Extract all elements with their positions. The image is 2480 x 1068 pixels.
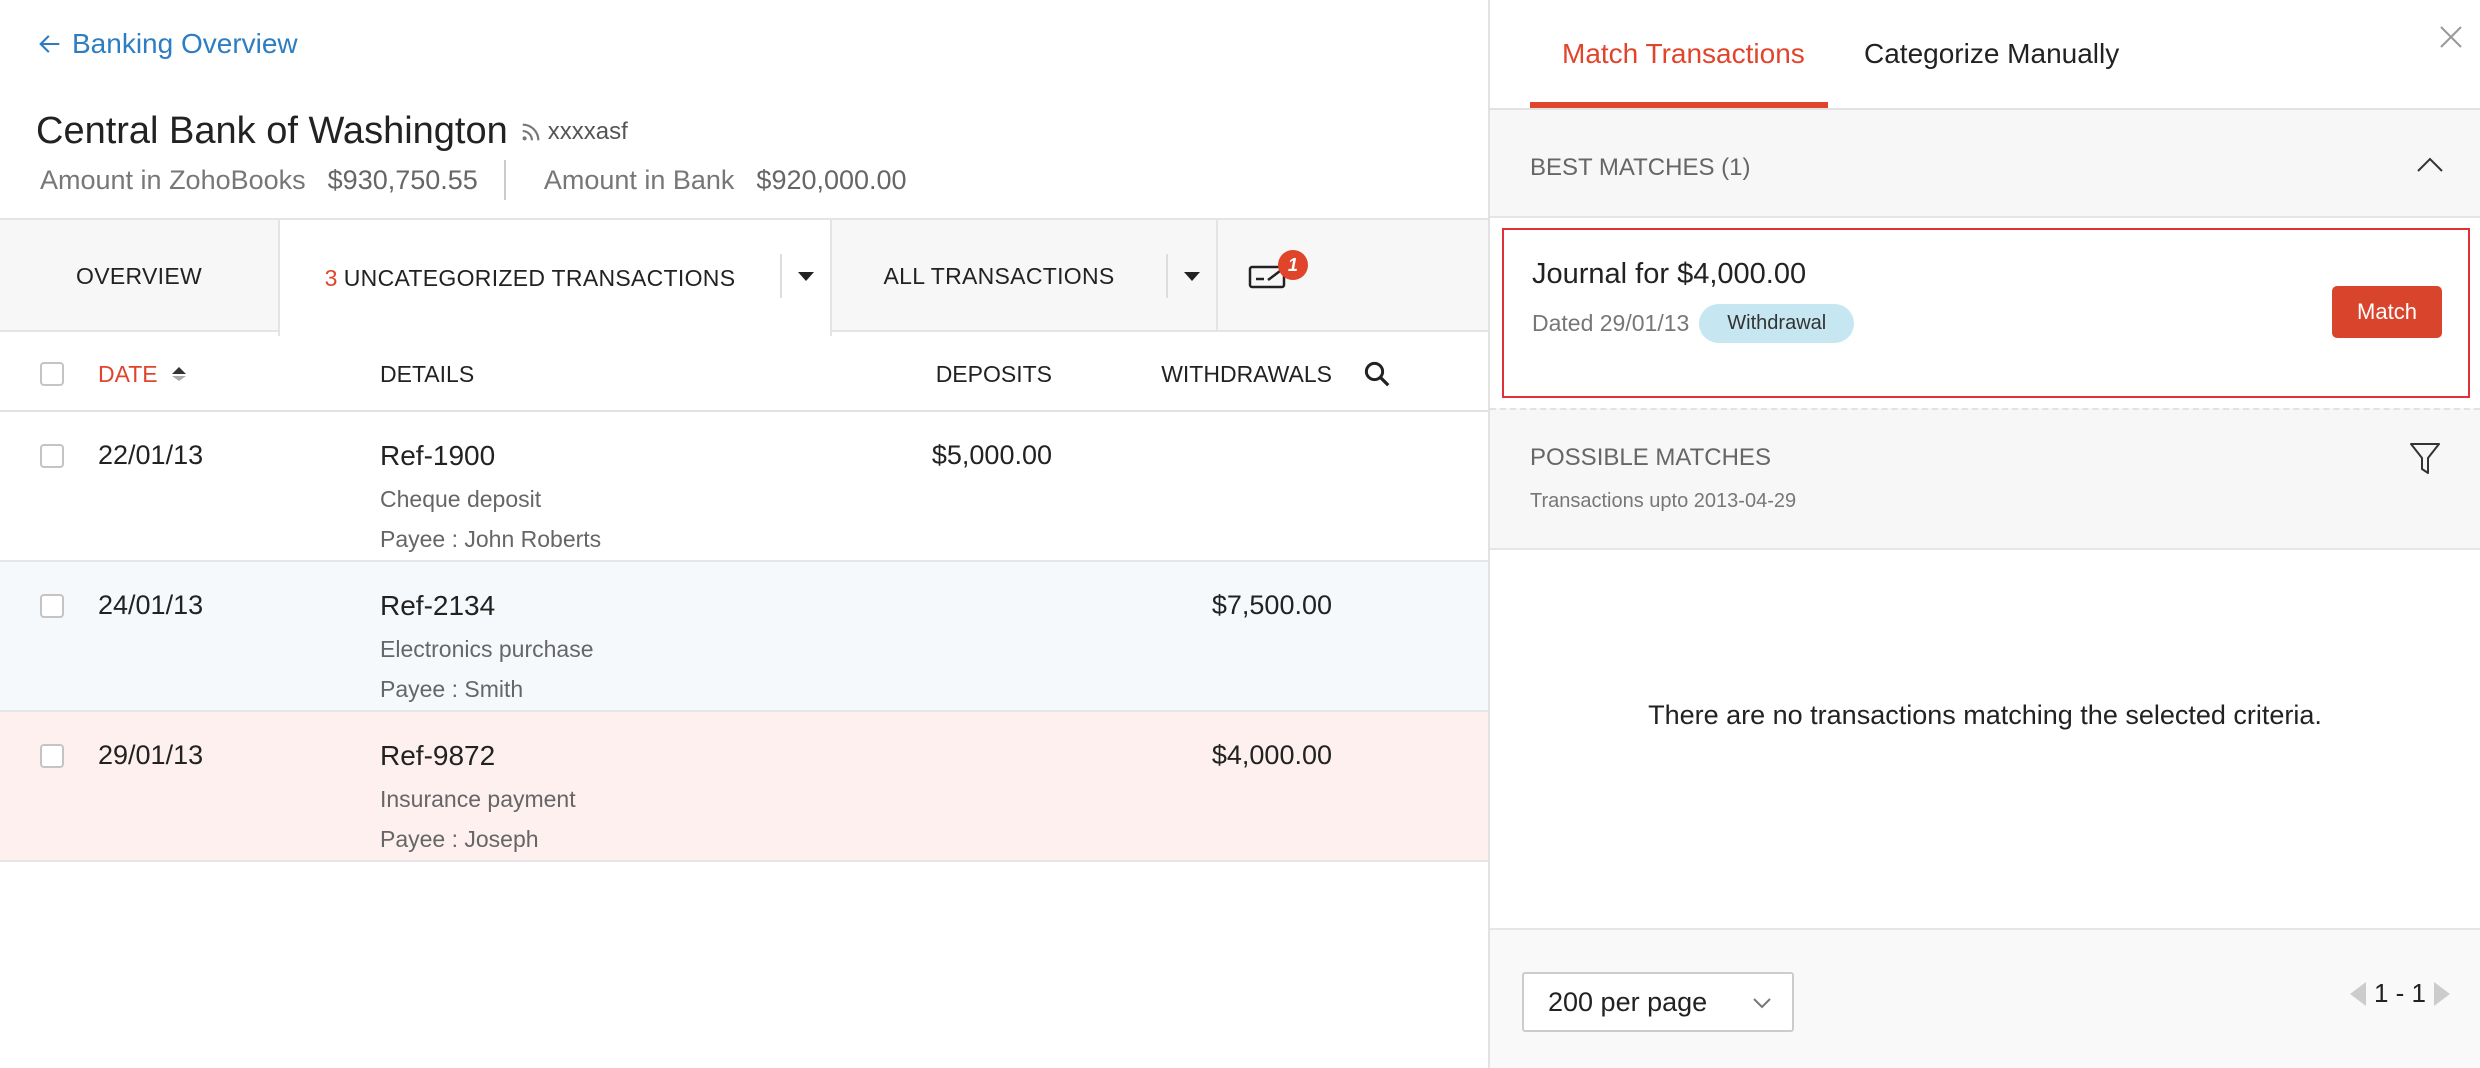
- tab-categorize-manually[interactable]: Categorize Manually: [1864, 38, 2119, 70]
- row-deposit: $5,000.00: [931, 440, 1052, 470]
- transaction-view-tabs: OVERVIEW 3 UNCATEGORIZED TRANSACTIONS ALL…: [0, 218, 1488, 336]
- row-reference: Ref-1900: [380, 440, 496, 471]
- back-link-label: Banking Overview: [72, 28, 298, 59]
- row-checkbox[interactable]: [40, 744, 64, 768]
- chevron-down-icon: [1753, 998, 1771, 1009]
- table-row-selected[interactable]: 29/01/13 Ref-9872 Insurance payment Paye…: [0, 712, 1488, 862]
- per-page-select[interactable]: 200 per page: [1522, 972, 1794, 1032]
- row-withdrawal: $7,500.00: [1211, 590, 1332, 620]
- divider: [503, 160, 506, 200]
- previous-page-icon[interactable]: [2349, 981, 2366, 1006]
- match-meta: Dated 29/01/13 Withdrawal: [1532, 304, 1855, 343]
- row-date: 29/01/13: [98, 740, 204, 770]
- table-row[interactable]: 22/01/13 Ref-1900 Cheque deposit Payee :…: [0, 412, 1488, 562]
- notification-count-badge: 1: [1278, 250, 1308, 280]
- row-reference: Ref-2134: [380, 590, 496, 621]
- match-panel: Match Transactions Categorize Manually B…: [1488, 0, 2480, 1068]
- account-header: Central Bank of Washington xxxxasf: [36, 110, 628, 153]
- caret-down-icon: [1184, 271, 1200, 281]
- all-transactions-dropdown-toggle[interactable]: [1166, 254, 1216, 298]
- table-row[interactable]: 24/01/13 Ref-2134 Electronics purchase P…: [0, 562, 1488, 712]
- row-payee: Payee : Joseph: [380, 826, 539, 852]
- select-all-checkbox[interactable]: [40, 362, 64, 386]
- date-header-label: DATE: [98, 360, 158, 387]
- tab-overview[interactable]: OVERVIEW: [0, 220, 278, 332]
- best-matches-section-header[interactable]: BEST MATCHES (1): [1490, 110, 2480, 218]
- row-description: Cheque deposit: [380, 486, 542, 512]
- row-description: Electronics purchase: [380, 636, 594, 662]
- row-payee: Payee : Smith: [380, 676, 524, 702]
- transaction-type-badge: Withdrawal: [1699, 304, 1855, 343]
- tab-all-transactions[interactable]: ALL TRANSACTIONS: [832, 220, 1218, 332]
- bank-feed-indicator: xxxxasf: [520, 118, 628, 146]
- search-icon[interactable]: [1362, 359, 1392, 389]
- rss-feed-icon: [522, 123, 540, 141]
- match-panel-tabs: Match Transactions Categorize Manually: [1490, 0, 2480, 110]
- bank-amount-value: $920,000.00: [756, 164, 907, 195]
- tab-all-label: ALL TRANSACTIONS: [883, 262, 1115, 289]
- active-tab-indicator: [1530, 102, 1828, 108]
- pagination-range: 1 - 1: [2373, 978, 2426, 1008]
- uncategorized-count: 3: [324, 264, 338, 291]
- row-reference: Ref-9872: [380, 740, 496, 771]
- possible-matches-range: Transactions upto 2013-04-29: [1530, 490, 1797, 512]
- zoho-amount-value: $930,750.55: [327, 164, 478, 195]
- possible-matches-label: POSSIBLE MATCHES: [1530, 444, 1771, 471]
- tab-uncategorized-transactions[interactable]: 3 UNCATEGORIZED TRANSACTIONS: [278, 220, 832, 336]
- table-header: DATE DETAILS DEPOSITS WITHDRAWALS: [0, 338, 1488, 412]
- filter-icon[interactable]: [2408, 440, 2442, 478]
- match-title: Journal for $4,000.00: [1532, 258, 1807, 290]
- chevron-up-icon[interactable]: [2416, 154, 2444, 174]
- arrow-left-icon: [39, 35, 60, 53]
- banking-page: Banking Overview Central Bank of Washing…: [0, 0, 2480, 1068]
- pagination: 1 - 1: [2349, 978, 2450, 1009]
- feed-id: xxxxasf: [547, 118, 628, 145]
- sort-icon: [171, 367, 186, 381]
- deposits-column-header: DEPOSITS: [935, 360, 1052, 387]
- tab-match-transactions[interactable]: Match Transactions: [1562, 38, 1805, 70]
- details-column-header: DETAILS: [380, 360, 475, 387]
- tab-uncategorized-label: UNCATEGORIZED TRANSACTIONS: [343, 264, 736, 291]
- bank-amount-label: Amount in Bank: [543, 164, 735, 195]
- row-checkbox[interactable]: [40, 594, 64, 618]
- zoho-amount-label: Amount in ZohoBooks: [40, 164, 306, 195]
- row-checkbox[interactable]: [40, 444, 64, 468]
- next-page-icon[interactable]: [2434, 981, 2450, 1006]
- per-page-value: 200 per page: [1548, 986, 1708, 1017]
- transactions-pane: Banking Overview Central Bank of Washing…: [0, 0, 1488, 1068]
- tab-overview-label: OVERVIEW: [76, 262, 202, 289]
- row-withdrawal: $4,000.00: [1211, 740, 1332, 770]
- panel-footer: 200 per page 1 - 1: [1490, 928, 2480, 1068]
- withdrawals-column-header: WITHDRAWALS: [1161, 360, 1332, 387]
- caret-down-icon: [798, 271, 814, 281]
- possible-matches-section: POSSIBLE MATCHES Transactions upto 2013-…: [1490, 408, 2480, 550]
- account-name: Central Bank of Washington: [36, 110, 508, 152]
- empty-state-message: There are no transactions matching the s…: [1648, 700, 2322, 730]
- row-payee: Payee : John Roberts: [380, 526, 602, 552]
- date-column-header[interactable]: DATE: [98, 361, 186, 388]
- row-date: 22/01/13: [98, 440, 204, 470]
- match-date: Dated 29/01/13: [1532, 310, 1690, 336]
- row-date: 24/01/13: [98, 590, 204, 620]
- account-amounts: Amount in ZohoBooks $930,750.55 Amount i…: [40, 160, 907, 200]
- close-icon[interactable]: [2436, 22, 2466, 52]
- back-to-banking-overview-link[interactable]: Banking Overview: [36, 28, 298, 60]
- uncategorized-dropdown-toggle[interactable]: [780, 254, 830, 298]
- row-description: Insurance payment: [380, 786, 576, 812]
- match-button[interactable]: Match: [2332, 286, 2442, 338]
- cheque-notifications-button[interactable]: 1: [1218, 220, 1318, 332]
- best-matches-label: BEST MATCHES (1): [1530, 154, 1751, 181]
- best-match-card: Journal for $4,000.00 Dated 29/01/13 Wit…: [1502, 228, 2470, 398]
